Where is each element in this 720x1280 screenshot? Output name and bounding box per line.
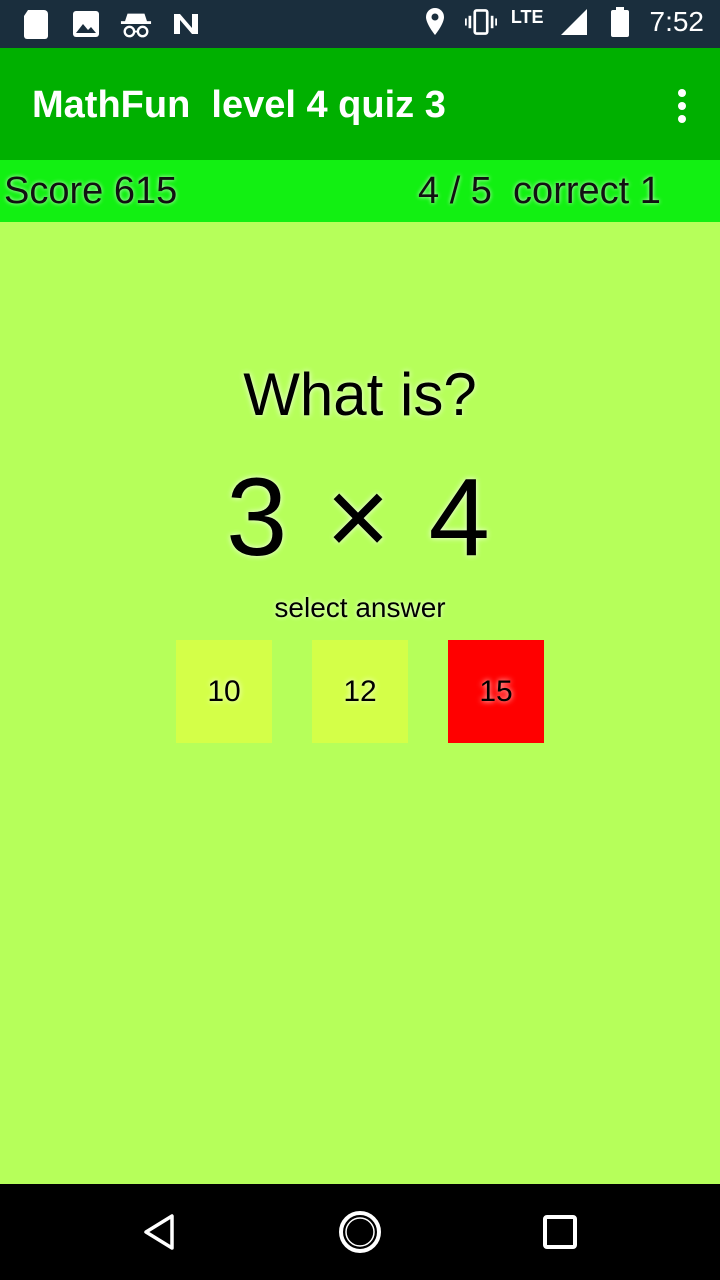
navigation-bar — [0, 1184, 720, 1280]
progress-label: 4 / 5 correct 1 — [418, 170, 661, 212]
question-expression: 3 × 4 — [226, 456, 494, 579]
recents-button[interactable] — [536, 1208, 584, 1256]
recents-icon — [543, 1215, 577, 1249]
status-bar: LTE 7:52 — [0, 0, 720, 48]
score-label: Score 615 — [4, 170, 178, 212]
score-bar: Score 615 4 / 5 correct 1 — [0, 160, 720, 222]
question-prompt: What is? — [243, 361, 477, 428]
instruction-label: select answer — [274, 592, 446, 623]
home-icon — [339, 1211, 381, 1253]
answer-button-3[interactable]: 15 — [448, 640, 544, 743]
n-icon — [170, 8, 202, 40]
home-button[interactable] — [336, 1208, 384, 1256]
sd-card-icon — [20, 8, 52, 40]
battery-icon — [604, 6, 636, 38]
back-icon — [144, 1214, 174, 1250]
more-vert-icon — [678, 89, 686, 123]
app-title: MathFun level 4 quiz 3 — [32, 84, 446, 126]
vibrate-icon — [464, 6, 497, 38]
back-button[interactable] — [136, 1208, 184, 1256]
app-bar: MathFun level 4 quiz 3 — [0, 48, 720, 160]
signal-icon — [558, 6, 590, 38]
location-icon — [419, 6, 451, 38]
answer-button-1[interactable]: 10 — [176, 640, 272, 743]
clock: 7:52 — [649, 6, 705, 37]
answer-button-2[interactable]: 12 — [312, 640, 408, 743]
image-icon — [70, 8, 102, 40]
overflow-menu-button[interactable] — [666, 82, 698, 130]
network-type: LTE — [510, 6, 544, 27]
quiz-area: What is? 3 × 4 select answer 10 12 15 — [0, 222, 720, 1184]
incognito-icon — [120, 8, 152, 40]
